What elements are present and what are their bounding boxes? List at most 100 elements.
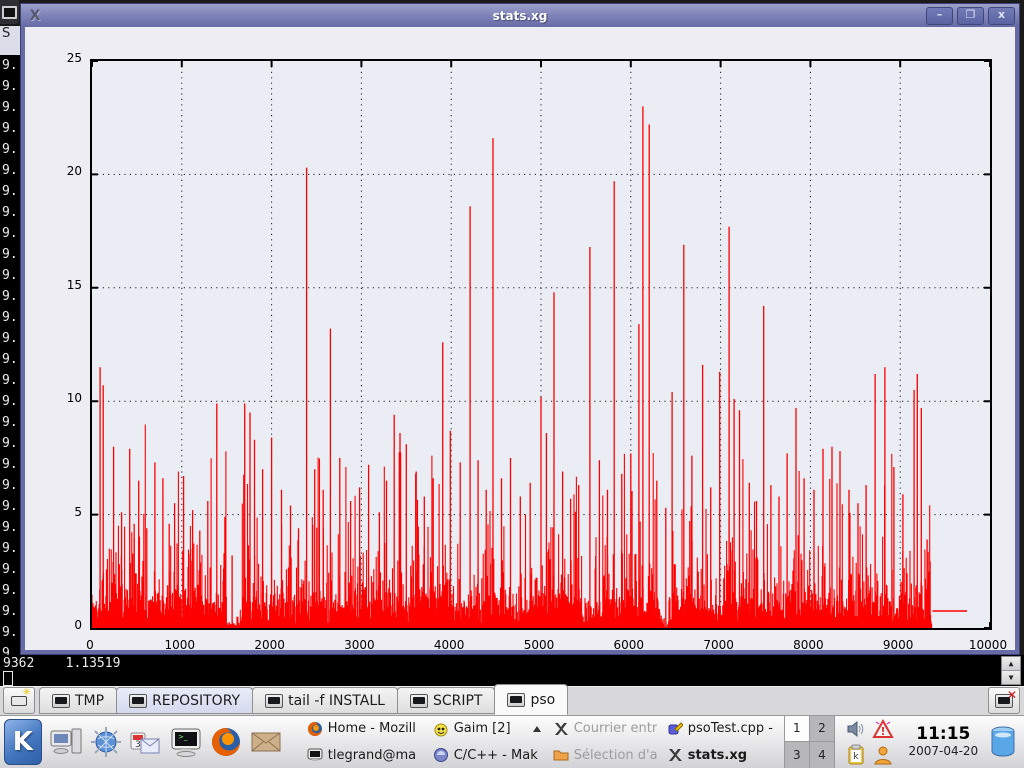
close-button[interactable]: x (988, 7, 1015, 25)
firefox-icon[interactable] (206, 720, 246, 764)
clock-date: 2007-04-20 (899, 745, 988, 759)
konsole-icon[interactable]: >_ (166, 720, 206, 764)
trash-applet[interactable] (988, 725, 1018, 759)
terminal-line: 9. (2, 391, 20, 412)
folder-orange-icon (553, 747, 569, 763)
task-gaim-2-[interactable]: Gaim [2] (430, 716, 526, 743)
volume-icon[interactable] (845, 718, 867, 740)
task-label: C/C++ - Mak (454, 748, 538, 763)
new-session-button[interactable]: ✳ (3, 687, 35, 714)
kontact-icon[interactable]: 3 (126, 720, 166, 764)
task-home-mozill[interactable]: Home - Mozill (304, 716, 430, 743)
task-courrier-entr[interactable]: Courrier entr (550, 716, 664, 743)
kmail-icon[interactable] (246, 720, 286, 764)
eclipse-icon (433, 747, 449, 763)
terminal-icon (410, 694, 428, 708)
svg-text:3: 3 (135, 740, 141, 750)
stats-window: X stats.xg –❐x 0510152025010002000300040… (20, 3, 1020, 655)
terminal-line: 9. (2, 517, 20, 538)
background-window-icon (0, 0, 19, 24)
terminal-scrollbar[interactable]: ▲ ▼ (1001, 656, 1021, 685)
terminal-line: 9. (2, 118, 20, 139)
task-label: Sélection d'a (574, 748, 658, 763)
pager-desktop-1[interactable]: 1 (785, 716, 810, 743)
x11-icon (553, 721, 569, 737)
system-tray: !k (843, 716, 897, 768)
terminal-line: 9. (2, 55, 20, 76)
terminal-line: 9. (2, 265, 20, 286)
konsole-tab-repository[interactable]: REPOSITORY (116, 687, 253, 714)
task-label: stats.xg (688, 748, 747, 763)
chart-canvas (92, 61, 990, 628)
alert-icon[interactable]: ! (872, 718, 894, 740)
scroll-up-icon[interactable]: ▲ (1002, 657, 1020, 671)
clock-applet[interactable]: 11:15 2007-04-20 (899, 725, 988, 758)
scroll-up-icon (529, 721, 545, 737)
konsole-tab-tail-f-install[interactable]: tail -f INSTALL (252, 687, 398, 714)
trash-icon (988, 725, 1018, 759)
y-tick-label: 20 (40, 164, 82, 178)
task-tlegrand-ma[interactable]: tlegrand@ma (304, 742, 430, 768)
system-icon[interactable] (46, 720, 86, 764)
x-tick-label: 10000 (958, 638, 1018, 652)
x11-window-icon[interactable]: X (27, 8, 43, 24)
taskbar-scroll-button[interactable] (526, 716, 550, 743)
kmenu-button[interactable]: K (4, 719, 42, 765)
task-stats-xg[interactable]: stats.xg (664, 742, 784, 768)
task-c-c-mak[interactable]: C/C++ - Mak (430, 742, 550, 768)
background-terminal-output: 9362 1.13519 ▲ ▼ (0, 655, 1024, 686)
x-tick-label: 3000 (329, 638, 389, 652)
desktop-pager: 1234 (784, 716, 835, 768)
pager-desktop-3[interactable]: 3 (785, 742, 810, 768)
tab-label: REPOSITORY (152, 693, 240, 709)
scroll-down-icon[interactable]: ▼ (1002, 671, 1020, 684)
monitor-icon (2, 6, 17, 19)
minimize-button[interactable]: – (926, 7, 953, 25)
terminal-line: 9. (2, 580, 20, 601)
terminal-line: 9. (2, 286, 20, 307)
konsole-tab-script[interactable]: SCRIPT (397, 687, 496, 714)
terminal-line: 9. (2, 97, 20, 118)
terminal-cursor (3, 671, 13, 686)
terminal-line: 9. (2, 181, 20, 202)
terminal-line: 9. (2, 139, 20, 160)
konqueror-icon[interactable] (86, 720, 126, 764)
terminal-icon (265, 694, 283, 708)
y-tick-label: 25 (40, 51, 82, 65)
presence-icon[interactable] (872, 744, 894, 766)
window-title: stats.xg (21, 9, 1019, 23)
maximize-button[interactable]: ❐ (957, 7, 984, 25)
terminal-line: 9. (2, 370, 20, 391)
close-icon: ✕ (1007, 688, 1017, 702)
terminal-line: 9. (2, 538, 20, 559)
konsole-tab-tmp[interactable]: TMP (39, 687, 117, 714)
x-tick-label: 9000 (868, 638, 928, 652)
x-tick-label: 2000 (240, 638, 300, 652)
spark-icon: ✳ (23, 690, 31, 696)
terminal-line: 9. (2, 601, 20, 622)
titlebar[interactable]: X stats.xg –❐x (21, 4, 1019, 27)
konsole-tab-pso[interactable]: pso (494, 684, 568, 715)
taskbar-row: Home - MozillGaim [2] Courrier entr psoTes… (304, 716, 784, 743)
task-label: Courrier entr (574, 721, 658, 736)
task-s-lection-d-a[interactable]: Sélection d'a (550, 742, 664, 768)
background-window-fragment: S (0, 26, 20, 55)
terminal-line: 9. (2, 223, 20, 244)
terminal-line: 9. (2, 643, 20, 655)
y-tick-label: 5 (40, 505, 82, 519)
svg-text:>_: >_ (178, 733, 188, 741)
tab-label: SCRIPT (433, 693, 483, 709)
taskbar: Home - MozillGaim [2] Courrier entr psoTes… (304, 716, 784, 768)
terminal-line: 9. (2, 454, 20, 475)
desktop: S 9.9.9.9.9.9.9.9.9.9.9.9.9.9.9.9.9.9.9.… (0, 0, 1024, 768)
pager-desktop-4[interactable]: 4 (810, 742, 835, 768)
svg-text:!: ! (881, 725, 886, 738)
chart-window-body: 0510152025010002000300040005000600070008… (21, 27, 1019, 654)
x-tick-label: 1000 (150, 638, 210, 652)
task-psotest-cpp-[interactable]: psoTest.cpp - (664, 716, 784, 743)
terminal-line: 9. (2, 433, 20, 454)
pager-desktop-2[interactable]: 2 (810, 716, 835, 743)
y-tick-label: 10 (40, 391, 82, 405)
close-session-button[interactable]: ✕ (988, 687, 1020, 714)
klipper-icon[interactable]: k (845, 744, 867, 766)
